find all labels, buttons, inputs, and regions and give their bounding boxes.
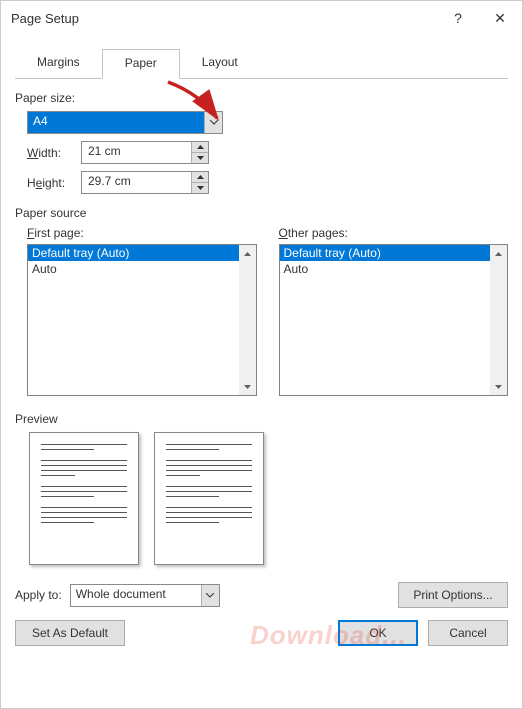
scroll-track[interactable]	[490, 262, 507, 378]
height-value[interactable]: 29.7 cm	[82, 172, 191, 193]
paper-size-dropdown-button[interactable]	[204, 112, 222, 133]
scroll-down[interactable]	[239, 378, 256, 395]
first-page-listbox[interactable]: Default tray (Auto) Auto	[27, 244, 257, 396]
apply-to-label: Apply to:	[15, 588, 62, 602]
width-value[interactable]: 21 cm	[82, 142, 191, 163]
apply-to-dropdown-button[interactable]	[201, 585, 219, 606]
list-item[interactable]: Default tray (Auto)	[28, 245, 239, 261]
ok-button[interactable]: OK	[338, 620, 418, 646]
chevron-down-icon	[197, 156, 204, 160]
height-spin-up[interactable]	[192, 172, 208, 182]
preview-area	[15, 432, 508, 565]
chevron-down-icon	[495, 385, 502, 389]
print-options-button[interactable]: Print Options...	[398, 582, 508, 608]
scrollbar[interactable]	[490, 245, 507, 395]
list-item[interactable]: Auto	[280, 261, 491, 277]
chevron-down-icon	[197, 186, 204, 190]
paper-size-label: Paper size:	[15, 91, 508, 105]
tab-paper[interactable]: Paper	[102, 49, 180, 79]
paper-size-value: A4	[28, 112, 204, 133]
width-label: Width:	[27, 146, 81, 160]
page-thumb	[29, 432, 139, 565]
first-page-label: First page:	[27, 226, 257, 240]
other-pages-listbox[interactable]: Default tray (Auto) Auto	[279, 244, 509, 396]
chevron-down-icon	[210, 120, 218, 125]
height-spinner[interactable]: 29.7 cm	[81, 171, 209, 194]
set-as-default-button[interactable]: Set As Default	[15, 620, 125, 646]
window-title: Page Setup	[11, 11, 438, 26]
list-item[interactable]: Auto	[28, 261, 239, 277]
width-spinner[interactable]: 21 cm	[81, 141, 209, 164]
page-thumb	[154, 432, 264, 565]
preview-label: Preview	[15, 412, 508, 426]
scroll-up[interactable]	[239, 245, 256, 262]
close-button[interactable]: ✕	[478, 1, 522, 35]
scrollbar[interactable]	[239, 245, 256, 395]
tab-layout[interactable]: Layout	[180, 49, 260, 79]
width-spin-up[interactable]	[192, 142, 208, 152]
chevron-down-icon	[244, 385, 251, 389]
height-spin-down[interactable]	[192, 182, 208, 193]
cancel-button[interactable]: Cancel	[428, 620, 508, 646]
chevron-down-icon	[206, 593, 214, 598]
apply-to-value: Whole document	[71, 585, 201, 606]
paper-source-label: Paper source	[15, 206, 508, 220]
apply-to-combo[interactable]: Whole document	[70, 584, 220, 607]
chevron-up-icon	[197, 175, 204, 179]
other-pages-label: Other pages:	[279, 226, 509, 240]
scroll-down[interactable]	[490, 378, 507, 395]
chevron-up-icon	[495, 252, 502, 256]
tab-strip: Margins Paper Layout	[15, 49, 508, 79]
tab-margins[interactable]: Margins	[15, 49, 102, 79]
help-button[interactable]: ?	[438, 1, 478, 35]
scroll-up[interactable]	[490, 245, 507, 262]
width-spin-down[interactable]	[192, 152, 208, 163]
titlebar: Page Setup ? ✕	[1, 1, 522, 35]
chevron-up-icon	[197, 145, 204, 149]
scroll-track[interactable]	[239, 262, 256, 378]
list-item[interactable]: Default tray (Auto)	[280, 245, 491, 261]
height-label: Height:	[27, 176, 81, 190]
chevron-up-icon	[244, 252, 251, 256]
paper-size-combo[interactable]: A4	[27, 111, 223, 134]
